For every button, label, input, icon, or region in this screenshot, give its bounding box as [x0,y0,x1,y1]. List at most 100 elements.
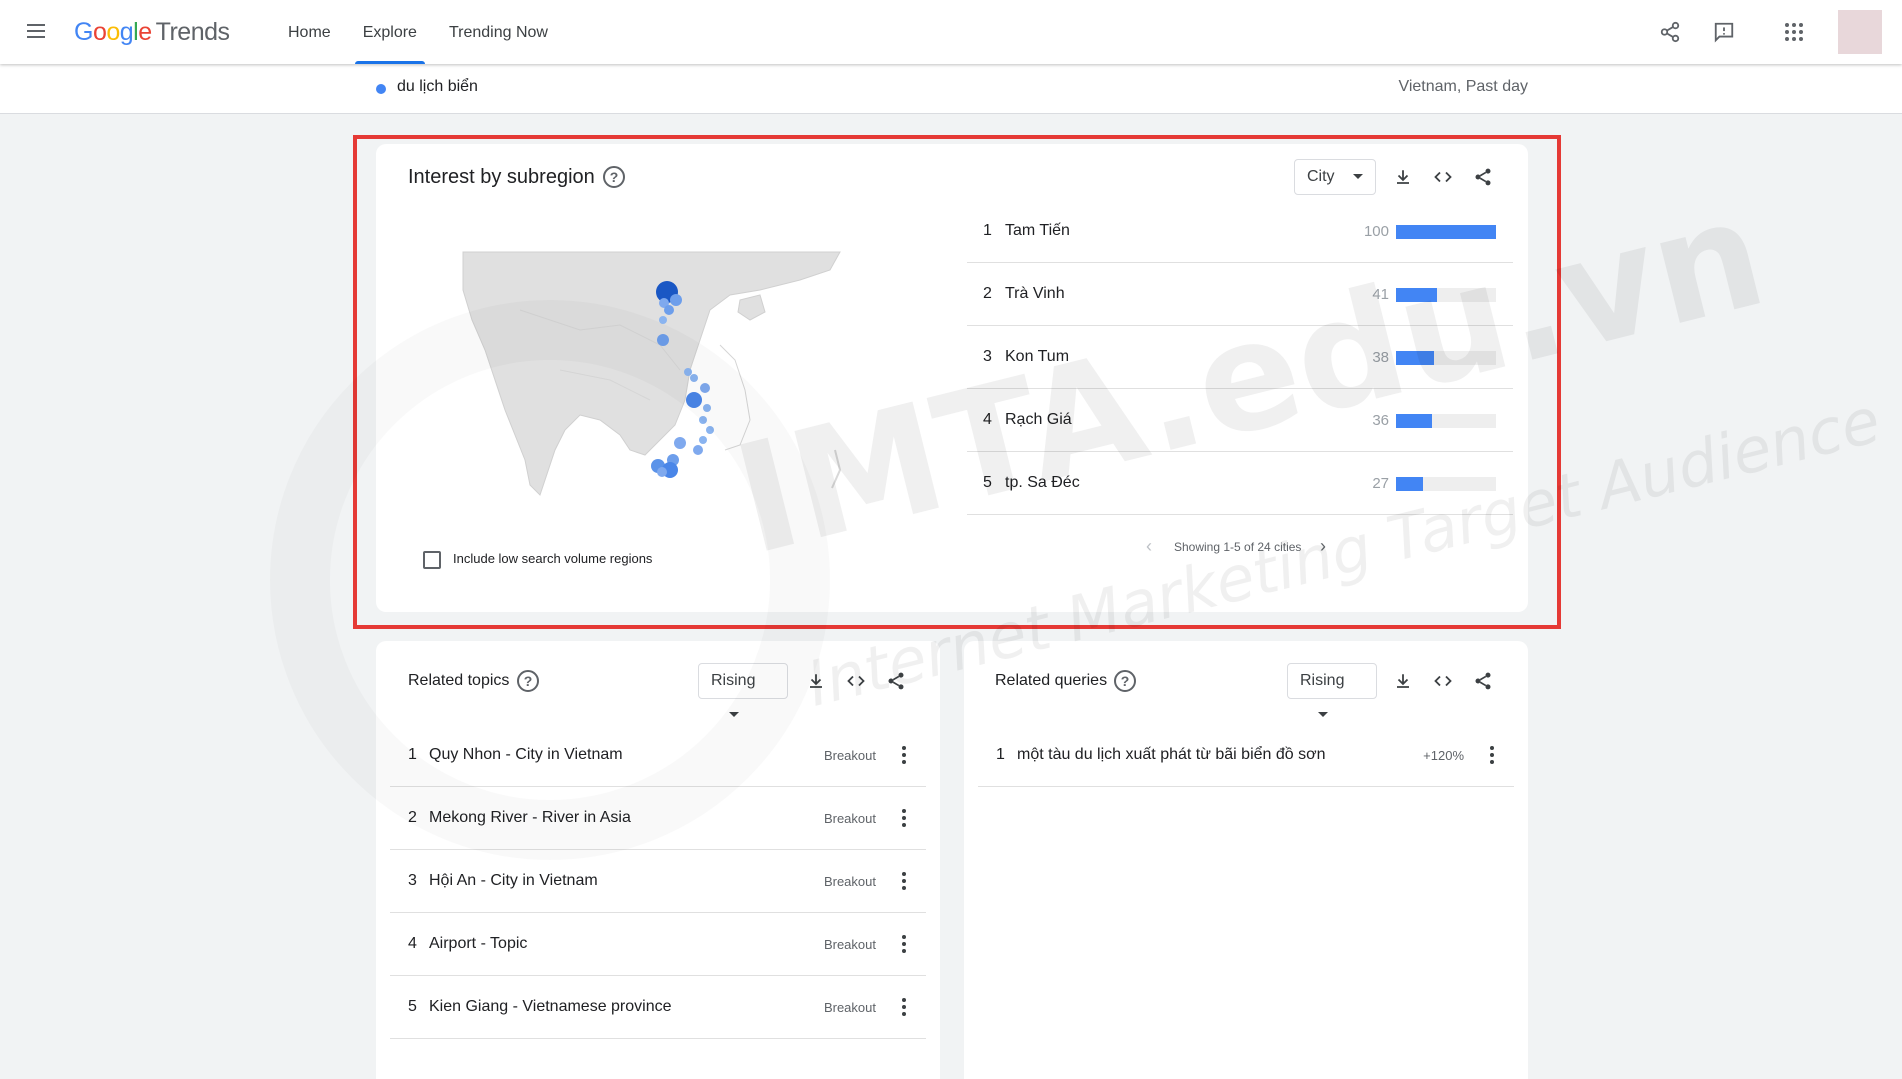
download-icon[interactable] [1389,667,1417,695]
term-color-dot [376,84,386,94]
pager-label: Showing 1-5 of 24 cities [1174,540,1302,554]
main-nav: Home Explore Trending Now [272,0,564,64]
topic-value: Breakout [823,937,876,952]
topic-value: Breakout [823,811,876,826]
rank-number: 1 [408,746,417,763]
share-icon[interactable] [1650,12,1690,52]
chevron-down-icon [1352,174,1363,180]
rank-number: 4 [983,411,992,428]
interest-value: 38 [1372,349,1389,366]
interest-value: 41 [1372,286,1389,303]
related-topic-row[interactable]: 3 Hội An - City in Vietnam Breakout [390,850,926,913]
interest-bar-fill [1396,477,1423,491]
more-vert-icon[interactable] [1478,740,1506,770]
subregion-row[interactable]: 1 Tam Tiến 100 [967,200,1513,263]
rank-number: 1 [996,746,1005,763]
interest-bar [1396,477,1496,491]
topic-text: Mekong River - River in Asia [429,809,631,826]
queries-filter-value: Rising [1300,672,1345,689]
more-vert-icon[interactable] [890,929,918,959]
interest-bar-fill [1396,225,1496,239]
resolution-dropdown[interactable]: City [1294,159,1376,195]
topic-text: Quy Nhon - City in Vietnam [429,746,623,763]
rank-number: 5 [983,474,992,491]
rank-number: 2 [983,285,992,302]
help-icon[interactable]: ? [1114,670,1136,692]
rank-number: 3 [983,348,992,365]
avatar[interactable] [1838,10,1882,54]
city-name: Kon Tum [1005,348,1070,365]
nav-home[interactable]: Home [272,0,347,64]
topic-text: Kien Giang - Vietnamese province [429,998,672,1015]
apps-grid-icon[interactable] [1774,12,1814,52]
rank-number: 2 [408,809,417,826]
subregion-row[interactable]: 3 Kon Tum 38 [967,326,1513,389]
related-topic-row[interactable]: 1 Quy Nhon - City in Vietnam Breakout [390,724,926,787]
menu-icon[interactable] [24,20,48,44]
topic-value: Breakout [823,748,876,763]
interest-bar-fill [1396,414,1432,428]
more-vert-icon[interactable] [890,740,918,770]
search-term[interactable]: du lịch biển [397,78,478,96]
related-query-row[interactable]: 1 một tàu du lịch xuất phát từ bãi biển … [978,724,1514,787]
nav-trending-now[interactable]: Trending Now [433,0,564,64]
low-volume-checkbox-label: Include low search volume regions [453,551,653,566]
topic-value: Breakout [823,874,876,889]
top-actions [1650,10,1882,54]
download-icon[interactable] [802,667,830,695]
logo-trends-text: Trends [155,18,230,46]
share-icon[interactable] [1469,163,1497,191]
embed-code-icon[interactable] [1429,667,1457,695]
embed-code-icon[interactable] [842,667,870,695]
subregion-row[interactable]: 2 Trà Vinh 41 [967,263,1513,326]
subregion-row[interactable]: 5 tp. Sa Đéc 27 [967,452,1513,515]
topic-text: Airport - Topic [429,935,528,952]
city-name: Rạch Giá [1005,411,1072,428]
more-vert-icon[interactable] [890,992,918,1022]
related-topic-row[interactable]: 2 Mekong River - River in Asia Breakout [390,787,926,850]
rank-number: 5 [408,998,417,1015]
queries-filter-dropdown[interactable]: Rising [1287,663,1377,718]
help-icon[interactable]: ? [517,670,539,692]
pager-next-icon[interactable]: › [1320,536,1326,557]
feedback-icon[interactable] [1704,12,1744,52]
nav-explore[interactable]: Explore [347,0,433,64]
share-icon[interactable] [1469,667,1497,695]
subregion-title: Interest by subregion [408,166,595,188]
logo-google-text: Google [74,18,152,46]
pager-prev-icon[interactable]: ‹ [1146,536,1152,557]
low-volume-checkbox[interactable] [423,551,441,569]
chevron-down-icon [1318,712,1328,718]
interest-value: 36 [1372,412,1389,429]
subregion-row[interactable]: 4 Rạch Giá 36 [967,389,1513,452]
topic-text: Hội An - City in Vietnam [429,872,598,889]
interest-bar-fill [1396,288,1437,302]
related-topic-row[interactable]: 4 Airport - Topic Breakout [390,913,926,976]
download-icon[interactable] [1389,163,1417,191]
interest-bar [1396,414,1496,428]
topics-filter-dropdown[interactable]: Rising [698,663,788,718]
share-icon[interactable] [882,667,910,695]
interest-bar [1396,288,1496,302]
google-trends-logo[interactable]: Google Trends [74,18,230,47]
related-queries-title: Related queries [995,672,1108,689]
related-topic-row[interactable]: 5 Kien Giang - Vietnamese province Break… [390,976,926,1039]
help-icon[interactable]: ? [603,166,625,188]
more-vert-icon[interactable] [890,866,918,896]
chevron-down-icon [729,712,739,718]
subregion-map[interactable] [460,250,870,505]
rank-number: 3 [408,872,417,889]
city-name: Trà Vinh [1005,285,1065,302]
topics-filter-value: Rising [711,672,756,689]
related-queries-card [964,641,1528,1079]
interest-value: 100 [1363,223,1389,240]
more-vert-icon[interactable] [890,803,918,833]
rank-number: 1 [983,222,992,239]
interest-bar [1396,351,1496,365]
embed-code-icon[interactable] [1429,163,1457,191]
query-text: một tàu du lịch xuất phát từ bãi biển đồ… [1017,746,1326,763]
city-name: tp. Sa Đéc [1005,474,1080,491]
top-app-bar: Google Trends Home Explore Trending Now [0,0,1902,64]
related-topics-title: Related topics [408,672,510,689]
interest-bar-fill [1396,351,1434,365]
